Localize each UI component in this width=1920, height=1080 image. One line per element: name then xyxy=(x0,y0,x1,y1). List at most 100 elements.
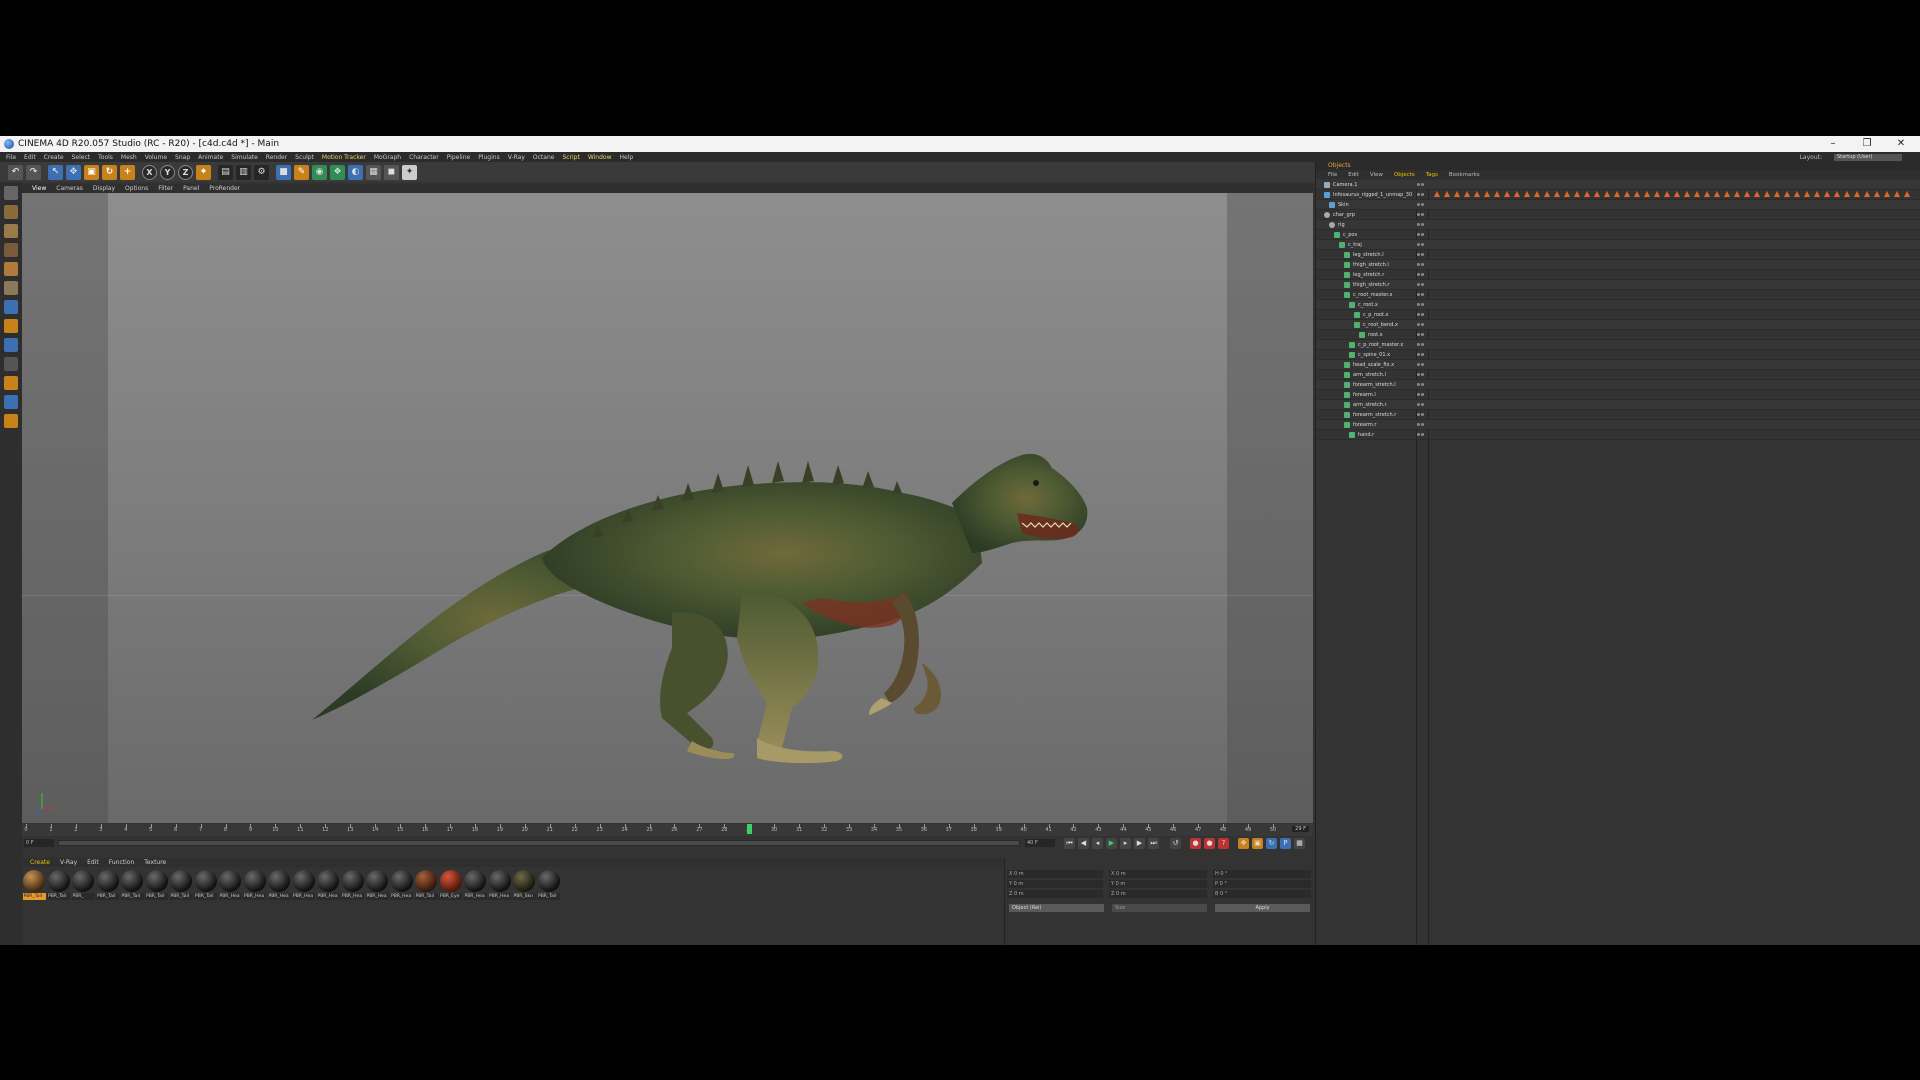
object-row[interactable]: arm_stretch.r xyxy=(1316,400,1920,410)
keyframe-marker-icon[interactable] xyxy=(1894,191,1900,197)
visibility-dots-icon[interactable] xyxy=(1417,302,1427,308)
material-swatch[interactable]: PBR_Hea xyxy=(218,870,242,900)
object-row[interactable]: thigh_stretch.l xyxy=(1316,260,1920,270)
keyframe-marker-icon[interactable] xyxy=(1674,191,1680,197)
subdivision-icon[interactable]: ◉ xyxy=(312,164,327,180)
object-row[interactable]: Skin xyxy=(1316,200,1920,210)
object-row[interactable]: Camera.1 xyxy=(1316,180,1920,190)
cube-icon[interactable]: ■ xyxy=(276,164,291,180)
texture-mode-icon[interactable] xyxy=(4,224,18,238)
timeline-ruler[interactable]: 0 1 2 3 4 5 6 7 8 9 10 11 12 13 14 15 16 17 18 19 20 21 22 23 24… xyxy=(22,824,1313,836)
tweak-mode-icon[interactable] xyxy=(4,338,18,352)
object-row[interactable]: forearm_stretch.l xyxy=(1316,380,1920,390)
object-menu-view[interactable]: View xyxy=(1370,172,1383,178)
workplane-icon[interactable] xyxy=(4,243,18,257)
visibility-dots-icon[interactable] xyxy=(1417,362,1427,368)
visibility-dots-icon[interactable] xyxy=(1417,422,1427,428)
object-row[interactable]: char_grp xyxy=(1316,210,1920,220)
keyframe-marker-icon[interactable] xyxy=(1904,191,1910,197)
keyframe-marker-icon[interactable] xyxy=(1434,191,1440,197)
size-mode-dropdown[interactable]: Size xyxy=(1112,904,1207,912)
key-parameter-icon[interactable]: P xyxy=(1280,838,1291,849)
material-swatch[interactable]: PBR_Tail xyxy=(537,870,561,900)
keyframe-marker-icon[interactable] xyxy=(1454,191,1460,197)
menu-animate[interactable]: Animate xyxy=(198,154,223,161)
keyframe-marker-icon[interactable] xyxy=(1714,191,1720,197)
menu-pipeline[interactable]: Pipeline xyxy=(447,154,470,161)
timeline-layout-icon[interactable]: ▦ xyxy=(1294,838,1305,849)
keyframe-marker-icon[interactable] xyxy=(1804,191,1810,197)
material-swatch[interactable]: PBR_Tail xyxy=(47,870,71,900)
keyframe-marker-icon[interactable] xyxy=(1854,191,1860,197)
material-swatch[interactable]: PBR_Hea xyxy=(390,870,414,900)
visibility-dots-icon[interactable] xyxy=(1417,192,1427,198)
keyframe-marker-icon[interactable] xyxy=(1494,191,1500,197)
keyframe-marker-icon[interactable] xyxy=(1614,191,1620,197)
key-position-icon[interactable]: ✥ xyxy=(1238,838,1249,849)
keyframe-marker-icon[interactable] xyxy=(1704,191,1710,197)
keyframe-selection-icon[interactable]: ? xyxy=(1218,838,1229,849)
material-swatch[interactable]: PBR_Hea xyxy=(267,870,291,900)
menu-character[interactable]: Character xyxy=(409,154,439,161)
visibility-dots-icon[interactable] xyxy=(1417,272,1427,278)
object-menu-objects[interactable]: Objects xyxy=(1394,172,1415,178)
visibility-dots-icon[interactable] xyxy=(1417,402,1427,408)
visibility-dots-icon[interactable] xyxy=(1417,432,1427,438)
material-menu-edit[interactable]: Edit xyxy=(87,859,99,866)
live-select-icon[interactable]: ↖ xyxy=(48,164,63,180)
preview-range-slider[interactable] xyxy=(58,840,1020,846)
material-swatch[interactable]: PBR_Tail xyxy=(414,870,438,900)
prev-frame-icon[interactable]: ◂ xyxy=(1092,838,1103,849)
loop-icon[interactable]: ↺ xyxy=(1170,838,1181,849)
restore-button[interactable]: ❐ xyxy=(1850,136,1884,152)
undo-icon[interactable]: ↶ xyxy=(8,164,23,180)
viewport-menu-options[interactable]: Options xyxy=(125,185,148,192)
render-to-picture-viewer-icon[interactable]: ▥ xyxy=(236,164,251,180)
keyframe-marker-icon[interactable] xyxy=(1534,191,1540,197)
keyframe-marker-icon[interactable] xyxy=(1764,191,1770,197)
object-row[interactable]: forearm.l xyxy=(1316,390,1920,400)
viewport-menu-panel[interactable]: Panel xyxy=(183,185,199,192)
dinosaur-model[interactable] xyxy=(22,193,1313,823)
object-row[interactable]: forearm.r xyxy=(1316,420,1920,430)
keyframe-marker-icon[interactable] xyxy=(1554,191,1560,197)
z-axis-icon[interactable]: Z xyxy=(178,164,193,180)
snap-icon[interactable] xyxy=(4,357,18,371)
material-swatch[interactable]: PBR_Skn xyxy=(512,870,536,900)
prev-key-icon[interactable]: ◀ xyxy=(1078,838,1089,849)
array-icon[interactable]: ❖ xyxy=(330,164,345,180)
object-menu-file[interactable]: File xyxy=(1328,172,1337,178)
keyframe-marker-icon[interactable] xyxy=(1504,191,1510,197)
object-row[interactable]: head_scale_fix.x xyxy=(1316,360,1920,370)
apply-button[interactable]: Apply xyxy=(1215,904,1310,912)
menu-help[interactable]: Help xyxy=(620,154,634,161)
edges-mode-icon[interactable] xyxy=(4,281,18,295)
object-menu-edit[interactable]: Edit xyxy=(1348,172,1359,178)
visibility-dots-icon[interactable] xyxy=(1417,412,1427,418)
material-menu-create[interactable]: Create xyxy=(30,859,50,866)
viewport-menu-prorender[interactable]: ProRender xyxy=(209,185,240,192)
menu-window[interactable]: Window xyxy=(588,154,612,161)
object-row[interactable]: c_traj xyxy=(1316,240,1920,250)
render-settings-icon[interactable]: ⚙ xyxy=(254,164,269,180)
menu-file[interactable]: File xyxy=(6,154,16,161)
scale-icon[interactable]: ▣ xyxy=(84,164,99,180)
make-editable-icon[interactable] xyxy=(4,186,18,200)
menu-octane[interactable]: Octane xyxy=(533,154,555,161)
go-to-end-icon[interactable]: ⏭ xyxy=(1148,838,1159,849)
keyframe-marker-icon[interactable] xyxy=(1824,191,1830,197)
menu-create[interactable]: Create xyxy=(44,154,64,161)
keyframe-marker-icon[interactable] xyxy=(1694,191,1700,197)
key-scale-icon[interactable]: ▣ xyxy=(1252,838,1263,849)
object-row[interactable]: arm_stretch.l xyxy=(1316,370,1920,380)
menu-render[interactable]: Render xyxy=(266,154,287,161)
object-row[interactable]: c_p_root.x xyxy=(1316,310,1920,320)
model-mode-icon[interactable] xyxy=(4,205,18,219)
key-rotation-icon[interactable]: ↻ xyxy=(1266,838,1277,849)
material-menu-v-ray[interactable]: V-Ray xyxy=(60,859,77,866)
menu-script[interactable]: Script xyxy=(562,154,579,161)
menu-volume[interactable]: Volume xyxy=(145,154,167,161)
visibility-dots-icon[interactable] xyxy=(1417,382,1427,388)
material-menu-texture[interactable]: Texture xyxy=(144,859,166,866)
object-row[interactable]: c_pos xyxy=(1316,230,1920,240)
